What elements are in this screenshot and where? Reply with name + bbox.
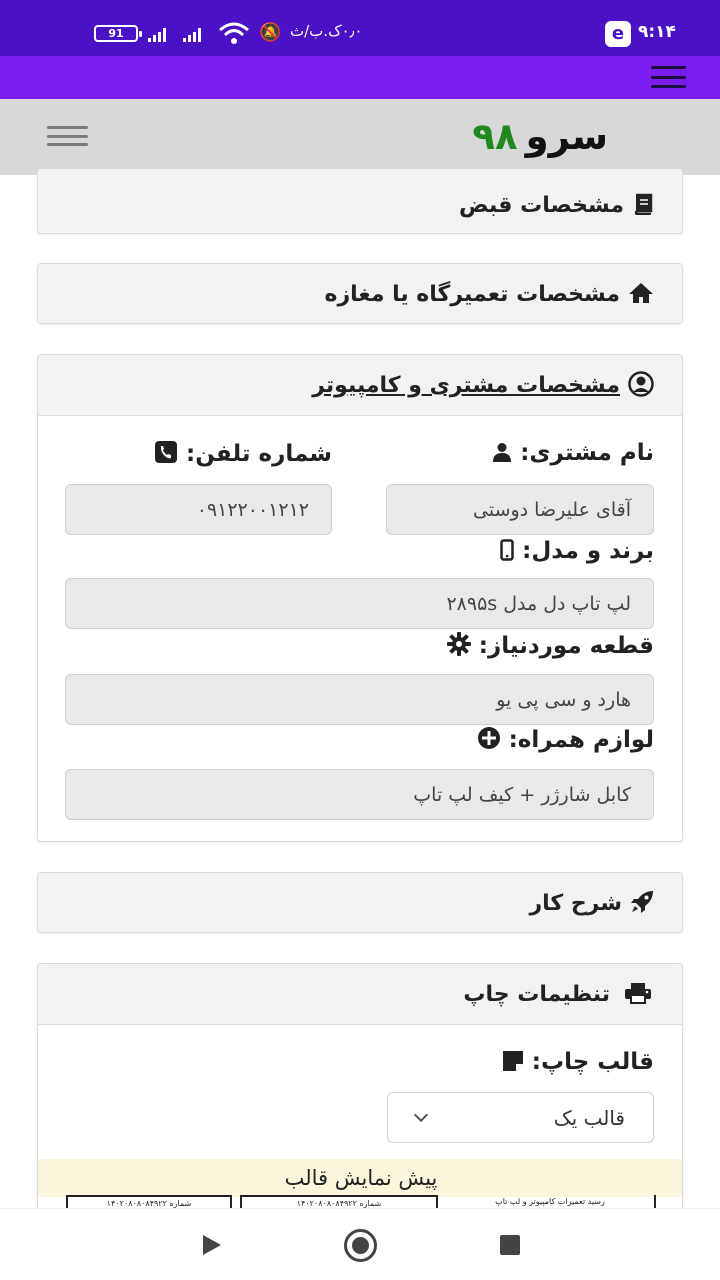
menu-icon[interactable]: [47, 126, 88, 146]
mobile-icon: [500, 538, 514, 564]
battery-indicator: 91: [94, 25, 142, 42]
site-header: سرو۹۸: [0, 99, 720, 175]
phone-field[interactable]: ۰۹۱۲۲۰۰۱۲۱۲: [65, 484, 332, 535]
shop-section-title: مشخصات تعمیرگاه یا مغازه: [324, 281, 621, 307]
logo-number: ۹۸: [472, 115, 518, 158]
required-part-field[interactable]: هارد و سی پی یو: [65, 674, 654, 725]
job-description-section[interactable]: شرح کار: [37, 872, 683, 933]
job-description-title: شرح کار: [529, 890, 622, 916]
brand-model-field[interactable]: لپ تاپ دل مدل ۲۸۹۵s: [65, 578, 654, 629]
shop-section[interactable]: مشخصات تعمیرگاه یا مغازه: [37, 263, 683, 324]
clock: ۹:۱۴: [638, 22, 676, 42]
customer-name-label: نام مشتری:: [492, 440, 654, 466]
signal-icon: [148, 26, 166, 42]
app-notification-icon: e: [605, 21, 631, 47]
gear-icon: [446, 632, 471, 659]
system-nav-bar: [0, 1208, 720, 1280]
phone-icon: [154, 440, 178, 467]
book-icon: [632, 193, 654, 218]
user-icon: [492, 442, 512, 465]
required-part-label: قطعه موردنیاز:: [446, 632, 654, 659]
rocket-icon: [630, 890, 654, 917]
template-preview-title: پیش نمایش قالب: [38, 1159, 682, 1197]
print-template-select[interactable]: قالب یک: [387, 1092, 654, 1143]
network-speed: ۰٫۰ک.ب/ث: [290, 22, 363, 40]
accessories-field[interactable]: کابل شارژر + کیف لپ تاپ: [65, 769, 654, 820]
status-bar: 91 🔕 ۰٫۰ک.ب/ث e ۹:۱۴: [0, 0, 720, 56]
receipt-section[interactable]: مشخصات قبض: [37, 168, 683, 234]
chevron-down-icon: [413, 1107, 429, 1122]
recent-apps-icon[interactable]: [500, 1235, 520, 1255]
menu-icon[interactable]: [651, 66, 686, 88]
print-settings-header[interactable]: تنظیمات چاپ: [38, 964, 682, 1024]
print-settings-section: تنظیمات چاپ قالب چاپ: قالب یک پیش نمایش …: [37, 963, 683, 1223]
accessories-label: لوازم همراه:: [477, 726, 654, 753]
printer-icon: [624, 982, 652, 1007]
user-circle-icon: [628, 370, 654, 400]
logo-word: سرو: [525, 115, 608, 158]
logo[interactable]: سرو۹۸: [472, 115, 608, 158]
home-icon: [628, 282, 654, 307]
plus-circle-icon: [477, 726, 501, 753]
signal-icon: [183, 26, 201, 42]
bell-muted-icon: 🔕: [259, 22, 282, 43]
receipt-section-title: مشخصات قبض: [459, 192, 624, 218]
print-template-label: قالب چاپ:: [502, 1049, 654, 1075]
home-button-icon[interactable]: [344, 1229, 377, 1262]
customer-section: مشخصات مشتری و کامپیوتر نام مشتری: شماره…: [37, 354, 683, 842]
customer-name-field[interactable]: آقای علیرضا دوستی: [386, 484, 654, 535]
phone-label: شماره تلفن:: [154, 440, 332, 467]
customer-section-title: مشخصات مشتری و کامپیوتر: [312, 372, 620, 398]
top-nav-bar: [0, 56, 720, 99]
print-template-value: قالب یک: [553, 1105, 625, 1130]
customer-section-header[interactable]: مشخصات مشتری و کامپیوتر: [38, 355, 682, 415]
back-icon[interactable]: [203, 1235, 221, 1255]
print-settings-title: تنظیمات چاپ: [463, 981, 610, 1007]
wifi-icon: [219, 22, 249, 44]
brand-model-label: برند و مدل:: [500, 538, 654, 564]
sticky-note-icon: [502, 1050, 524, 1075]
